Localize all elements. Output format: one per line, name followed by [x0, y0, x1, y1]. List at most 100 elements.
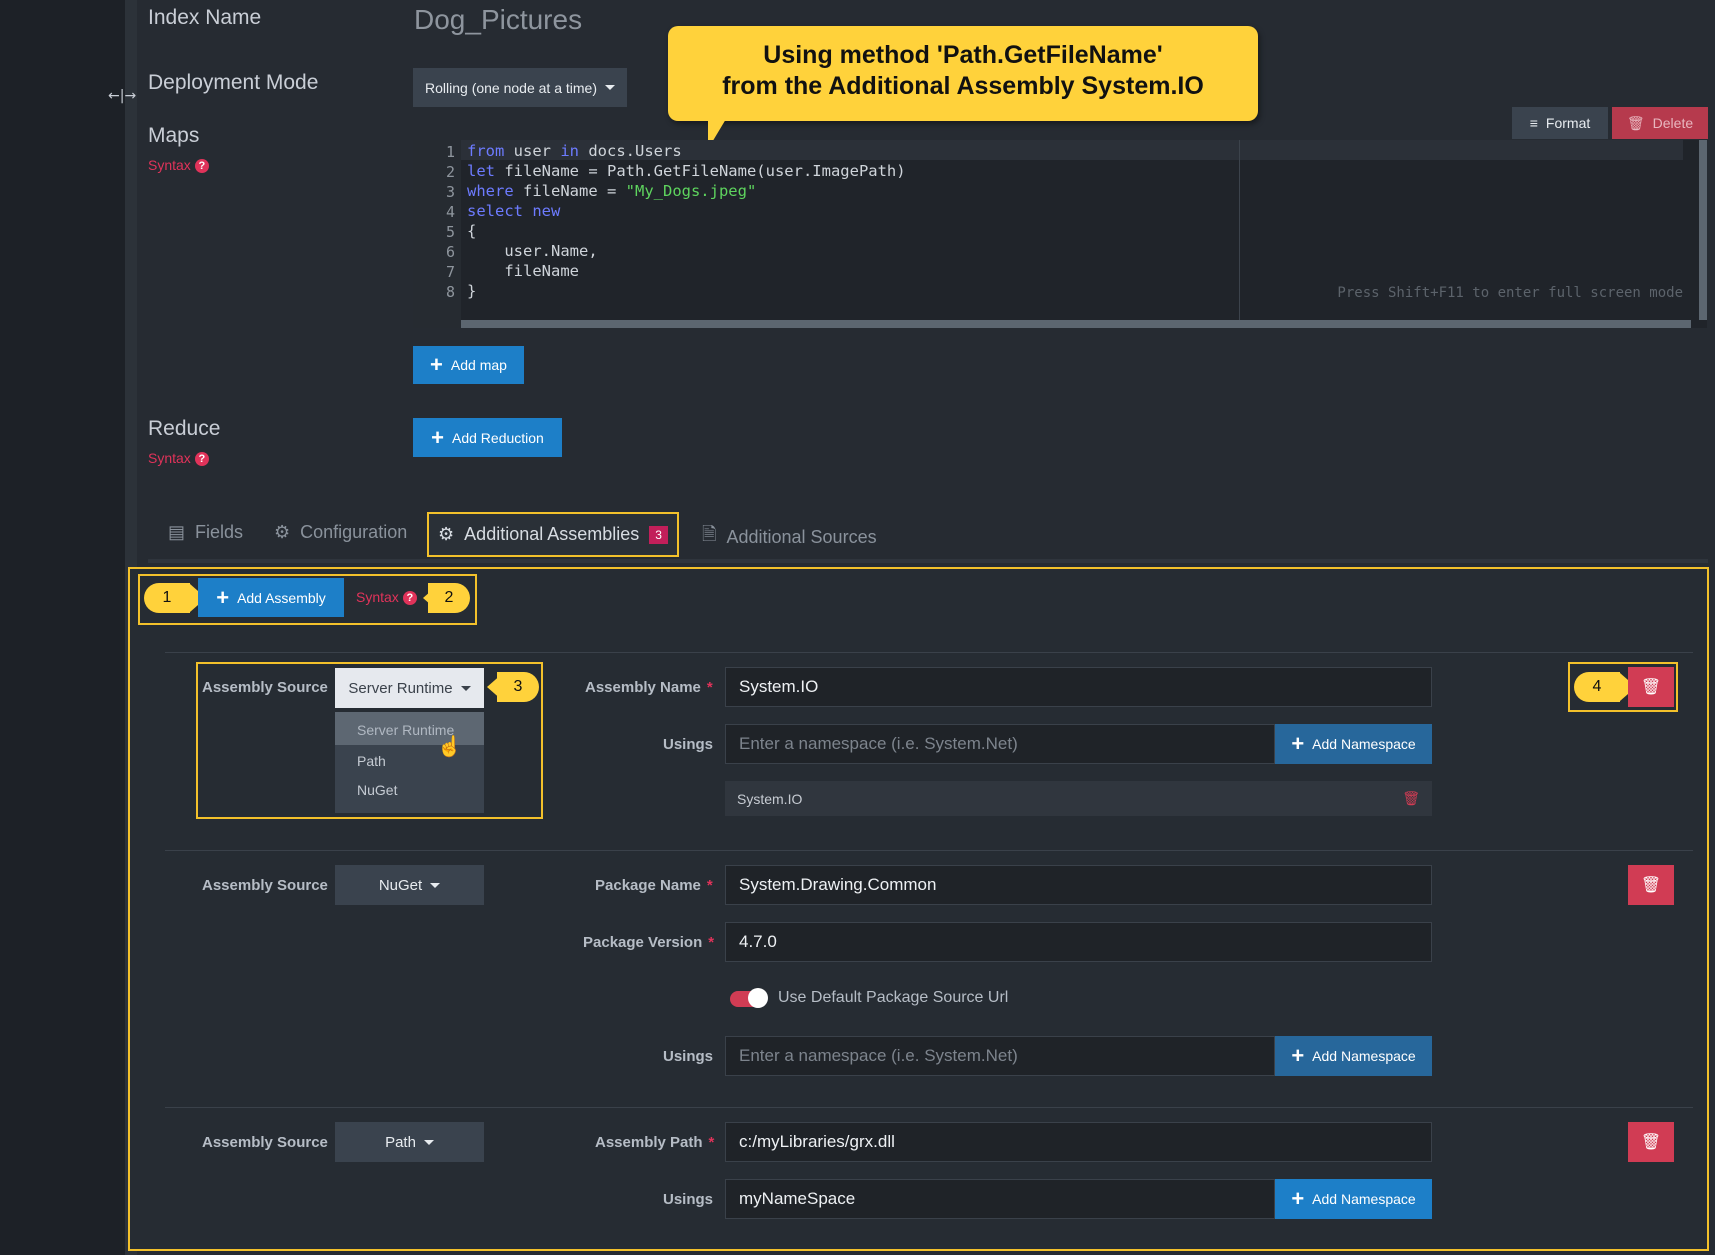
code-line: select new: [467, 202, 561, 220]
dropdown-option[interactable]: NuGet: [335, 776, 484, 807]
line-number: 8: [445, 283, 455, 301]
code-line: {: [467, 222, 477, 240]
tab-label: Fields: [195, 522, 244, 542]
chevron-down-icon: [430, 882, 441, 888]
reduce-syntax-link[interactable]: Syntax?: [148, 450, 209, 466]
usings-label: Usings: [663, 736, 714, 753]
package-version-field[interactable]: 4.7.0: [725, 922, 1432, 962]
deployment-mode-dropdown[interactable]: Rolling (one node at a time): [413, 68, 627, 107]
format-label: Format: [1545, 115, 1591, 131]
delete-label: Delete: [1652, 115, 1694, 131]
index-name-value[interactable]: Dog_Pictures: [414, 4, 582, 36]
callout-line-2: from the Additional Assembly System.IO: [722, 72, 1204, 100]
gears-icon: ⚙: [438, 524, 455, 544]
add-namespace-button[interactable]: + Add Namespace: [1275, 1036, 1432, 1076]
assembly-name-text: Assembly Name: [585, 679, 701, 696]
fullscreen-hint: Press Shift+F11 to enter full screen mod…: [1337, 285, 1683, 301]
marker-3: 3: [497, 672, 539, 702]
line-number: 4: [445, 203, 455, 221]
line-number: 3: [445, 183, 455, 201]
trash-icon: 🗑: [1640, 679, 1662, 696]
assembly-source-dropdown[interactable]: Path: [335, 1122, 484, 1162]
maps-syntax-text: Syntax: [148, 157, 191, 173]
help-icon: ?: [194, 452, 209, 466]
list-icon: ▤: [168, 522, 186, 542]
marker-2: 2: [428, 583, 470, 613]
namespace-input[interactable]: Enter a namespace (i.e. System.Net): [725, 724, 1275, 764]
tab-label: Additional Assemblies: [464, 524, 640, 544]
assembly-source-value: NuGet: [378, 876, 423, 894]
tab-label: Additional Sources: [726, 526, 877, 547]
tab-configuration[interactable]: ⚙ Configuration: [274, 522, 407, 543]
add-map-button[interactable]: + Add map: [413, 346, 524, 384]
assembly-syntax-link[interactable]: Syntax?: [356, 589, 417, 605]
using-item: System.IO 🗑: [725, 781, 1432, 816]
marker-1: 1: [144, 583, 190, 613]
left-sidebar: [0, 0, 137, 1255]
file-icon: 🗎: [702, 524, 717, 544]
assembly-name-field[interactable]: System.IO: [725, 667, 1432, 707]
format-icon: ≡: [1529, 115, 1538, 131]
add-namespace-button[interactable]: + Add Namespace: [1275, 724, 1432, 764]
assembly-source-value: Server Runtime: [348, 679, 453, 697]
add-namespace-label: Add Namespace: [1312, 736, 1416, 752]
add-reduction-button[interactable]: + Add Reduction: [413, 418, 562, 457]
delete-assembly-button[interactable]: 🗑: [1628, 865, 1674, 905]
default-source-toggle[interactable]: [730, 988, 768, 1008]
delete-map-button[interactable]: 🗑 Delete: [1612, 107, 1708, 139]
deployment-mode-value: Rolling (one node at a time): [425, 79, 597, 96]
plus-icon: +: [1291, 1186, 1305, 1211]
usings-label: Usings: [663, 1048, 714, 1065]
delete-assembly-button[interactable]: 🗑: [1628, 667, 1674, 707]
marker-4: 4: [1574, 672, 1620, 702]
tab-additional-assemblies[interactable]: ⚙ Additional Assemblies 3: [427, 512, 679, 557]
namespace-input[interactable]: myNameSpace: [725, 1179, 1275, 1219]
assembly-source-label: Assembly Source: [202, 1134, 328, 1151]
assembly-path-field[interactable]: c:/myLibraries/grx.dll: [725, 1122, 1432, 1162]
toggle-label: Use Default Package Source Url: [778, 989, 1009, 1006]
vertical-scrollbar[interactable]: [1699, 140, 1707, 320]
horizontal-scrollbar[interactable]: [461, 320, 1691, 328]
tab-additional-sources[interactable]: 🗎 Additional Sources: [702, 522, 877, 552]
plus-icon: +: [1291, 1043, 1305, 1068]
add-assembly-button[interactable]: + Add Assembly: [198, 578, 344, 617]
assembly-path-text: Assembly Path: [595, 1134, 703, 1151]
code-line: fileName: [467, 262, 579, 280]
tab-underline: [148, 559, 1708, 563]
maps-syntax-link[interactable]: Syntax?: [148, 157, 209, 173]
annotation-callout: Using method 'Path.GetFileName' from the…: [668, 26, 1258, 149]
plus-icon: +: [1291, 731, 1305, 756]
tab-label: Configuration: [300, 522, 408, 542]
add-namespace-label: Add Namespace: [1312, 1191, 1416, 1207]
namespace-input[interactable]: Enter a namespace (i.e. System.Net): [725, 1036, 1275, 1076]
assembly-source-label: Assembly Source: [202, 679, 328, 696]
editor-gutter: 1 2 3 4 5 6 7 8: [413, 140, 461, 328]
line-number: 5: [445, 223, 455, 241]
assembly-source-dropdown[interactable]: NuGet: [335, 865, 484, 905]
line-number: 1: [445, 143, 455, 161]
assembly-source-dropdown[interactable]: Server Runtime: [335, 668, 484, 708]
line-number: 2: [445, 163, 455, 181]
package-name-field[interactable]: System.Drawing.Common: [725, 865, 1432, 905]
assembly-name-label: Assembly Name *: [585, 679, 713, 696]
code-editor[interactable]: 1 2 3 4 5 6 7 8 from user in docs.Users …: [413, 140, 1707, 328]
trash-icon: 🗑: [1626, 114, 1645, 131]
line-number: 7: [445, 263, 455, 281]
source-dropdown-menu: Server Runtime Path NuGet: [335, 712, 484, 813]
tab-fields[interactable]: ▤ Fields: [168, 522, 243, 543]
code-line: where fileName = "My_Dogs.jpeg": [467, 182, 757, 200]
add-namespace-button[interactable]: + Add Namespace: [1275, 1179, 1432, 1219]
package-version-label: Package Version *: [583, 934, 714, 951]
package-name-label: Package Name *: [595, 877, 713, 894]
delete-assembly-button[interactable]: 🗑: [1628, 1122, 1674, 1162]
toggle-knob: [748, 988, 768, 1008]
trash-icon[interactable]: 🗑: [1402, 790, 1420, 807]
plus-icon: +: [216, 584, 230, 610]
resize-handle-icon[interactable]: ←|→: [108, 88, 136, 104]
hand-cursor-icon: ☝: [437, 736, 462, 758]
required-mark: *: [706, 877, 713, 894]
format-button[interactable]: ≡ Format: [1512, 107, 1608, 139]
assembly-source-label: Assembly Source: [202, 877, 328, 894]
using-item-text: System.IO: [737, 790, 803, 807]
plus-icon: +: [430, 352, 443, 377]
